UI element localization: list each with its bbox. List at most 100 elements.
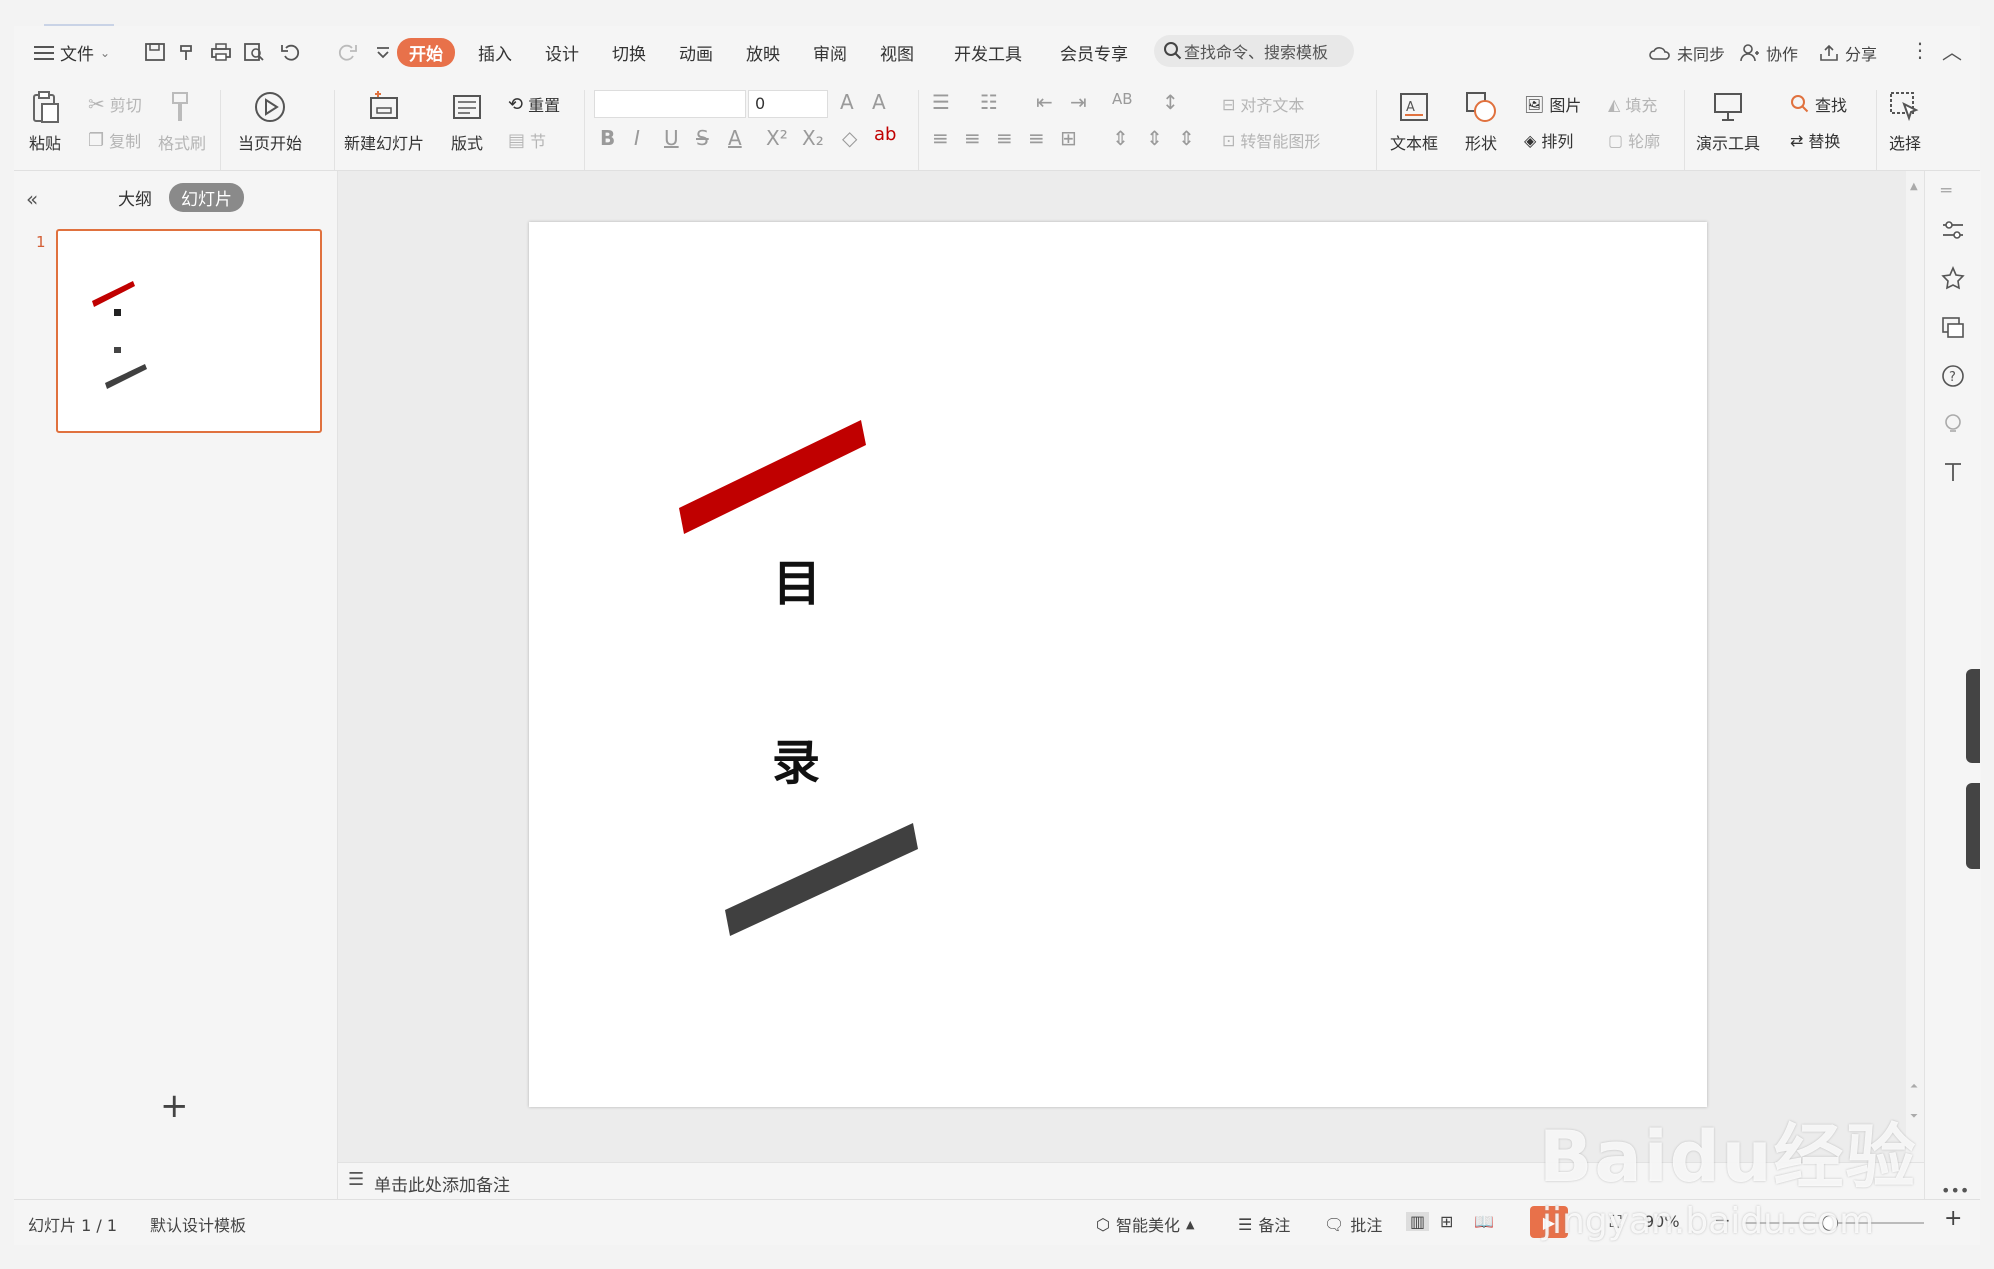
more-options-icon[interactable]: ⋮ — [1910, 38, 1930, 62]
align-left-icon[interactable]: ≡ — [932, 126, 949, 150]
paragraph-spacing-icon[interactable]: ⇕ — [1146, 126, 1163, 150]
tab-developer[interactable]: 开发工具 — [954, 40, 1022, 65]
edge-handle-bottom[interactable] — [1966, 783, 1980, 869]
tab-slideshow[interactable]: 放映 — [746, 40, 780, 65]
prev-slide-icon[interactable]: ⏶ — [1910, 1081, 1918, 1092]
animation-pane-icon[interactable] — [1940, 315, 1966, 341]
command-search-box[interactable]: 查找命令、搜索模板 — [1154, 35, 1354, 67]
presenter-tools-button[interactable]: 演示工具 — [1696, 90, 1760, 154]
font-color-icon[interactable]: A — [728, 126, 742, 150]
picture-button[interactable]: 🖼 图片 — [1524, 92, 1581, 116]
convert-smartart-button[interactable]: ⊡ 转智能图形 — [1222, 128, 1320, 152]
reset-button[interactable]: ⟲ 重置 — [508, 92, 560, 116]
subscript-icon[interactable]: X₂ — [802, 126, 824, 150]
paste-button[interactable]: 粘贴 — [28, 90, 62, 154]
tab-view[interactable]: 视图 — [880, 40, 914, 65]
bold-icon[interactable]: B — [600, 126, 615, 150]
strikethrough-icon[interactable]: S — [696, 126, 709, 150]
tab-insert[interactable]: 插入 — [478, 40, 512, 65]
shape-button[interactable]: 形状 — [1464, 90, 1498, 154]
cut-button[interactable]: ✂ 剪切 — [88, 92, 142, 116]
properties-icon[interactable] — [1940, 217, 1966, 243]
scroll-up-icon[interactable]: ▲ — [1910, 181, 1918, 192]
tab-design[interactable]: 设计 — [545, 40, 579, 65]
template-name[interactable]: 默认设计模板 — [150, 1212, 246, 1236]
slide-canvas[interactable]: 目 录 — [529, 222, 1707, 1107]
arrange-button[interactable]: ◈ 排列 — [1524, 128, 1573, 152]
vertical-scrollbar[interactable]: ▲ ⏶ ⏷ — [1906, 171, 1924, 1162]
notes-toggle-button[interactable]: ☰ 备注 — [1238, 1212, 1290, 1236]
comments-button[interactable]: 🗨 批注 — [1324, 1212, 1382, 1236]
font-size-combo[interactable]: 0 — [748, 90, 828, 118]
grow-font-icon[interactable]: A — [840, 90, 854, 114]
underline-icon[interactable]: U — [664, 126, 679, 150]
text-highlight-icon[interactable]: ab — [874, 124, 896, 145]
text-direction-icon[interactable]: AB — [1112, 90, 1133, 108]
tab-transitions[interactable]: 切换 — [612, 40, 646, 65]
section-button[interactable]: ▤ 节 — [508, 128, 546, 152]
play-current-button[interactable]: 当页开始 — [238, 90, 302, 154]
save-icon[interactable] — [144, 42, 166, 62]
print-preview-icon[interactable] — [243, 42, 265, 62]
sync-status[interactable]: 未同步 — [1649, 41, 1725, 65]
red-accent-bar[interactable] — [679, 420, 866, 534]
file-menu-button[interactable]: 文件 ⌄ — [34, 40, 110, 65]
outline-button[interactable]: ▢ 轮廓 — [1608, 128, 1660, 152]
slide-sorter-icon[interactable]: ⊞ — [1440, 1212, 1453, 1231]
sort-icon[interactable]: ↕ — [1162, 90, 1179, 114]
help-icon[interactable]: ? — [1940, 363, 1966, 389]
shrink-font-icon[interactable]: A — [872, 90, 886, 114]
increase-indent-icon[interactable]: ⇥ — [1070, 90, 1087, 114]
clear-format-icon[interactable]: ◇ — [842, 126, 857, 150]
title-char-mu[interactable]: 目 — [773, 544, 821, 614]
tab-home[interactable]: 开始 — [397, 38, 455, 67]
tab-review[interactable]: 审阅 — [813, 40, 847, 65]
slide-thumbnail[interactable] — [56, 229, 322, 433]
reading-view-icon[interactable]: 📖 — [1474, 1212, 1494, 1231]
textbox-button[interactable]: A 文本框 — [1390, 90, 1438, 154]
layout-button[interactable]: 版式 — [450, 90, 484, 154]
collapse-ribbon-icon[interactable]: ︿ — [1942, 36, 1962, 65]
justify-icon[interactable]: ≡ — [1028, 126, 1045, 150]
smart-beautify-button[interactable]: ⬡ 智能美化 ▲ — [1096, 1212, 1194, 1236]
bullet-list-icon[interactable]: ☰ — [932, 90, 950, 114]
fill-button[interactable]: ◭ 填充 — [1608, 92, 1657, 116]
redo-icon[interactable] — [336, 42, 358, 62]
tab-outline[interactable]: 大纲 — [118, 185, 152, 210]
format-painter-button[interactable]: 格式刷 — [158, 90, 206, 154]
collaborate-button[interactable]: 协作 — [1740, 41, 1798, 65]
font-name-combo[interactable] — [594, 90, 746, 118]
dark-accent-bar[interactable] — [725, 823, 918, 936]
copy-button[interactable]: ❐ 复制 — [88, 128, 141, 152]
decrease-indent-icon[interactable]: ⇤ — [1036, 90, 1053, 114]
text-tool-icon[interactable] — [1940, 459, 1966, 485]
distribute-icon[interactable]: ⊞ — [1060, 126, 1077, 150]
undo-icon[interactable] — [280, 42, 302, 62]
more-panes-icon[interactable]: ••• — [1941, 1181, 1969, 1200]
italic-icon[interactable]: I — [634, 126, 640, 150]
line-spacing-icon[interactable]: ⇕ — [1112, 126, 1129, 150]
normal-view-icon[interactable]: ▥ — [1406, 1212, 1430, 1231]
select-button[interactable]: 选择 — [1888, 90, 1922, 154]
print-icon[interactable] — [210, 42, 232, 62]
tab-animations[interactable]: 动画 — [679, 40, 713, 65]
star-icon[interactable] — [1940, 265, 1966, 291]
columns-icon[interactable]: ⇕ — [1178, 126, 1195, 150]
share-button[interactable]: 分享 — [1819, 41, 1877, 65]
align-right-icon[interactable]: ≡ — [996, 126, 1013, 150]
tab-member[interactable]: 会员专享 — [1060, 40, 1128, 65]
format-painter-quick-icon[interactable] — [177, 42, 199, 62]
superscript-icon[interactable]: X² — [766, 126, 788, 150]
replace-button[interactable]: ⇄ 替换 — [1790, 128, 1840, 152]
zoom-in-icon[interactable]: + — [1944, 1206, 1962, 1231]
title-char-lu[interactable]: 录 — [772, 723, 820, 793]
collapse-panel-icon[interactable]: « — [26, 187, 38, 211]
lightbulb-icon[interactable] — [1940, 411, 1966, 437]
customize-quick-access-icon[interactable] — [372, 42, 394, 62]
add-slide-icon[interactable]: + — [160, 1086, 189, 1126]
align-center-icon[interactable]: ≡ — [964, 126, 981, 150]
tab-slides[interactable]: 幻灯片 — [169, 183, 244, 212]
find-button[interactable]: 查找 — [1790, 92, 1847, 116]
numbered-list-icon[interactable]: ☷ — [980, 90, 998, 114]
new-slide-button[interactable]: 新建幻灯片 — [344, 90, 424, 154]
